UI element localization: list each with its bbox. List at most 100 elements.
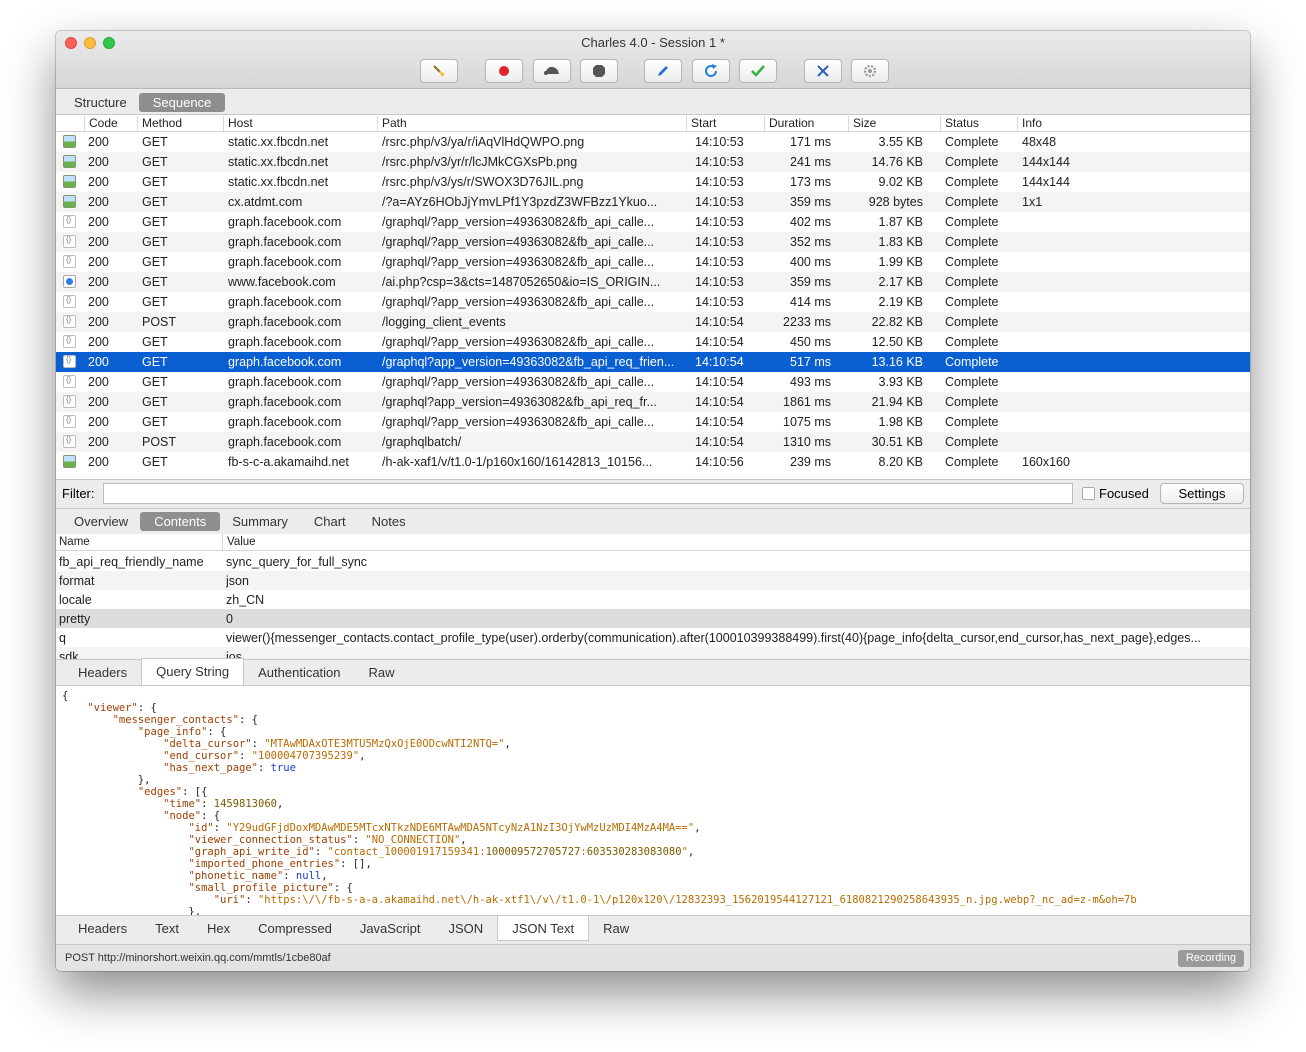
column-method[interactable]: Method — [137, 116, 182, 131]
focused-label: Focused — [1099, 486, 1149, 501]
table-row[interactable]: 200 GET graph.facebook.com/graphql/?app_ve… — [56, 252, 1250, 272]
focused-checkbox[interactable] — [1082, 487, 1095, 500]
breakpoints-button[interactable] — [580, 59, 618, 83]
table-row[interactable]: 200 GET graph.facebook.com/graphql?app_ver… — [56, 392, 1250, 412]
table-row[interactable]: 200 GET www.facebook.com/ai.php?csp=3&cts=… — [56, 272, 1250, 292]
table-row[interactable]: 200 GET graph.facebook.com/graphql/?app_ve… — [56, 212, 1250, 232]
tab-text[interactable]: Text — [141, 916, 193, 940]
tab-response-headers[interactable]: Headers — [64, 916, 141, 940]
table-row[interactable]: 200 GET static.xx.fbcdn.net/rsrc.php/v3/ys… — [56, 172, 1250, 192]
column-path[interactable]: Path — [377, 116, 407, 131]
cell-path: /rsrc.php/v3/ya/r/iAqVlHdQWPO.png — [382, 135, 585, 149]
tab-summary[interactable]: Summary — [226, 512, 294, 531]
query-row[interactable]: locale zh_CN — [56, 590, 1250, 609]
table-row[interactable]: 200 GET graph.facebook.com/graphql/?app_ve… — [56, 332, 1250, 352]
table-row[interactable]: 200 GET static.xx.fbcdn.net/rsrc.php/v3/yr… — [56, 152, 1250, 172]
tab-json-text[interactable]: JSON Text — [497, 916, 590, 941]
cell-status: Complete — [945, 375, 999, 389]
cell-host: graph.facebook.com — [228, 395, 342, 409]
filter-input[interactable] — [103, 483, 1073, 504]
tab-json[interactable]: JSON — [435, 916, 498, 940]
table-row[interactable]: 200 GET fb-s-c-a.akamaihd.net/h-ak-xaf1/v/… — [56, 452, 1250, 472]
table-row[interactable]: 200 GET graph.facebook.com/graphql/?app_ve… — [56, 372, 1250, 392]
cell-host: static.xx.fbcdn.net — [228, 155, 329, 169]
json-file-icon — [63, 215, 76, 228]
cell-status: Complete — [945, 335, 999, 349]
table-row[interactable]: 200 POST graph.facebook.com/logging_client… — [56, 312, 1250, 332]
cell-start: 14:10:53 — [695, 235, 744, 249]
cell-code: 200 — [88, 335, 109, 349]
cell-code: 200 — [88, 155, 109, 169]
json-file-icon — [63, 355, 76, 368]
cell-size: 2.17 KB — [878, 275, 923, 289]
query-row[interactable]: fb_api_req_friendly_name sync_query_for_f… — [56, 552, 1250, 571]
json-file-icon — [63, 415, 76, 428]
record-button[interactable] — [485, 59, 523, 83]
table-row-partial[interactable] — [56, 472, 1250, 479]
repeat-button[interactable] — [692, 59, 730, 83]
query-param-name: fb_api_req_friendly_name — [59, 555, 204, 569]
query-string-table: Name Value fb_api_req_friendly_name sync_… — [56, 534, 1250, 659]
validate-button[interactable] — [739, 59, 777, 83]
tab-response-raw[interactable]: Raw — [589, 916, 643, 940]
column-status[interactable]: Status — [940, 116, 979, 131]
settings-gear-button[interactable] — [851, 59, 889, 83]
cell-code: 200 — [88, 195, 109, 209]
cell-path: /graphql/?app_version=49363082&fb_api_ca… — [382, 295, 655, 309]
tab-request-headers[interactable]: Headers — [64, 660, 141, 685]
column-value[interactable]: Value — [222, 534, 256, 551]
cell-path: /graphql/?app_version=49363082&fb_api_ca… — [382, 375, 655, 389]
cell-start: 14:10:54 — [695, 395, 744, 409]
cell-path: /logging_client_events — [382, 315, 506, 329]
json-text-view[interactable]: { "viewer": { "messenger_contacts": { "p… — [56, 686, 1250, 915]
tab-overview[interactable]: Overview — [68, 512, 134, 531]
tab-query-string[interactable]: Query String — [141, 658, 245, 685]
tab-compressed[interactable]: Compressed — [244, 916, 346, 940]
tab-request-raw[interactable]: Raw — [355, 660, 409, 685]
tab-structure[interactable]: Structure — [68, 93, 133, 112]
cell-method: GET — [142, 375, 168, 389]
table-row[interactable]: 200 GET graph.facebook.com/graphql?app_ver… — [56, 352, 1250, 372]
cell-path: /graphql/?app_version=49363082&fb_api_ca… — [382, 415, 655, 429]
clear-session-button[interactable] — [420, 59, 458, 83]
tab-authentication[interactable]: Authentication — [244, 660, 354, 685]
column-size[interactable]: Size — [848, 116, 876, 131]
tab-chart[interactable]: Chart — [308, 512, 352, 531]
query-row[interactable]: format json — [56, 571, 1250, 590]
cell-size: 1.98 KB — [878, 415, 923, 429]
table-row[interactable]: 200 POST graph.facebook.com/graphqlbatch/1… — [56, 432, 1250, 452]
tools-button[interactable] — [804, 59, 842, 83]
cell-duration: 400 ms — [790, 255, 831, 269]
throttle-button[interactable] — [533, 59, 571, 83]
tab-hex[interactable]: Hex — [193, 916, 244, 940]
tab-notes[interactable]: Notes — [366, 512, 412, 531]
table-row[interactable]: 200 GET static.xx.fbcdn.net/rsrc.php/v3/ya… — [56, 132, 1250, 152]
cell-duration: 171 ms — [790, 135, 831, 149]
column-duration[interactable]: Duration — [764, 116, 814, 131]
tab-contents[interactable]: Contents — [140, 512, 221, 531]
column-start[interactable]: Start — [686, 116, 716, 131]
cell-code: 200 — [88, 315, 109, 329]
query-row[interactable]: q viewer(){messenger_contacts.contact_pro… — [56, 628, 1250, 647]
compose-button[interactable] — [644, 59, 682, 83]
column-info[interactable]: Info — [1017, 116, 1042, 131]
tab-sequence[interactable]: Sequence — [138, 92, 226, 112]
table-row[interactable]: 200 GET graph.facebook.com/graphql/?app_ve… — [56, 412, 1250, 432]
json-file-icon — [63, 375, 76, 388]
table-row[interactable]: 200 GET graph.facebook.com/graphql/?app_ve… — [56, 292, 1250, 312]
cell-host: graph.facebook.com — [228, 235, 342, 249]
column-name[interactable]: Name — [59, 536, 90, 548]
table-row[interactable]: 200 GET graph.facebook.com/graphql/?app_ve… — [56, 232, 1250, 252]
tab-javascript[interactable]: JavaScript — [346, 916, 435, 940]
filter-settings-button[interactable]: Settings — [1160, 483, 1244, 504]
json-line: }, — [62, 906, 202, 915]
cell-duration: 359 ms — [790, 195, 831, 209]
column-host[interactable]: Host — [223, 116, 253, 131]
json-line: "has_next_page": true — [163, 762, 296, 774]
table-row[interactable]: 200 GET cx.atdmt.com /?a=AYz6HObJjYmvLPf1Y3… — [56, 192, 1250, 212]
query-row[interactable]: pretty 0 — [56, 609, 1250, 628]
column-code[interactable]: Code — [84, 116, 118, 131]
cell-status: Complete — [945, 235, 999, 249]
cell-code: 200 — [88, 355, 109, 369]
recording-button[interactable]: Recording — [1177, 950, 1244, 967]
